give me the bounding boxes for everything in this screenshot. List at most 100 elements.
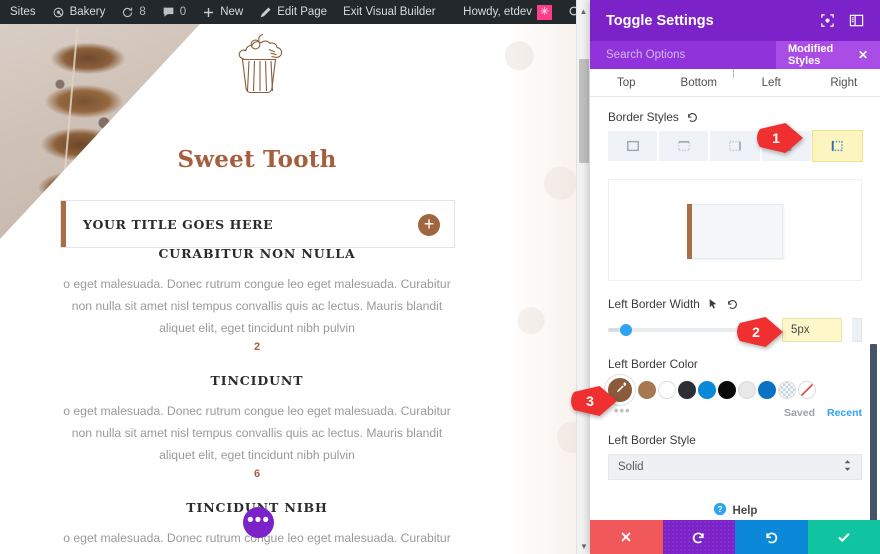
toggle-expand-icon[interactable]: + <box>418 214 440 236</box>
layout-icon[interactable] <box>849 13 864 28</box>
left-border-color-label: Left Border Color <box>608 357 698 371</box>
callout-marker-1: 1 <box>757 123 803 153</box>
callout-marker-2: 2 <box>737 317 783 347</box>
border-style-options <box>608 130 864 162</box>
section-number: 6 <box>253 468 261 480</box>
wp-admin-bar: Sites Bakery 8 0 New Edit Page Exit Visu… <box>0 0 590 24</box>
search-input[interactable] <box>590 49 776 61</box>
border-style-all-button[interactable] <box>608 131 660 161</box>
left-border-style-select[interactable]: Solid <box>608 454 862 480</box>
swatch-brown[interactable] <box>638 381 656 399</box>
scrollbar-arrow-down[interactable]: ▼ <box>577 540 591 554</box>
adminbar-exit-vb-label: Exit Visual Builder <box>343 6 436 18</box>
cancel-button[interactable] <box>590 520 663 554</box>
adminbar-item-new[interactable]: New <box>194 0 251 24</box>
tab-right[interactable]: Right <box>808 77 880 89</box>
swatch-none[interactable] <box>798 381 816 399</box>
page-preview: Sweet Tooth YOUR TITLE GOES HERE + CURAB… <box>0 24 590 554</box>
swatch-white[interactable] <box>658 381 676 399</box>
adminbar-updates-count: 8 <box>139 6 146 18</box>
scrollbar-thumb[interactable] <box>579 59 589 163</box>
adminbar-new-label: New <box>220 6 244 18</box>
saved-colors-tab[interactable]: Saved <box>784 407 815 419</box>
swatch-black[interactable] <box>718 381 736 399</box>
tab-divider <box>733 69 734 78</box>
left-border-style-label-row: Left Border Style <box>608 433 862 447</box>
width-slider-knob[interactable] <box>620 324 633 336</box>
swatch-meta-row: ••• Saved Recent <box>608 404 862 419</box>
help-label: Help <box>732 504 758 517</box>
section-body: o eget malesuada. Donec rutrum congue le… <box>63 277 451 335</box>
scrollbar-arrow-up[interactable]: ▲ <box>576 0 590 24</box>
help-row[interactable]: ? Help <box>608 502 862 519</box>
adminbar-item-sites[interactable]: Sites <box>0 0 44 24</box>
section-heading: CURABITUR NON NULLA <box>158 246 356 261</box>
border-style-top-button[interactable] <box>659 131 711 161</box>
panel-header: Toggle Settings <box>590 0 880 41</box>
border-styles-label-row: Border Styles <box>608 110 862 124</box>
left-border-color-label-row: Left Border Color <box>608 357 862 371</box>
reset-icon[interactable] <box>726 298 739 311</box>
module-options-button[interactable]: ••• <box>243 507 274 538</box>
target-icon[interactable] <box>820 13 835 28</box>
adminbar-item-bakery[interactable]: Bakery <box>44 0 114 24</box>
updates-icon <box>121 6 134 19</box>
page-scrollbar[interactable]: ▼ <box>576 24 590 554</box>
recent-colors-tab[interactable]: Recent <box>827 407 862 419</box>
swatch-blue[interactable] <box>698 381 716 399</box>
swatch-dark-gray[interactable] <box>678 381 696 399</box>
page-title: Sweet Tooth <box>177 146 337 173</box>
tab-left[interactable]: Left <box>735 77 808 89</box>
swatch-deep-blue[interactable] <box>758 381 776 399</box>
swatch-transparent-checker[interactable] <box>778 381 796 399</box>
tab-top[interactable]: Top <box>590 77 663 89</box>
comments-icon <box>162 6 175 19</box>
panel-scrollbar-thumb[interactable] <box>870 344 877 520</box>
callout-number: 3 <box>586 393 594 409</box>
left-border-style-label: Left Border Style <box>608 433 696 447</box>
adminbar-item-exit-visual-builder[interactable]: Exit Visual Builder <box>335 0 443 24</box>
color-swatch-row <box>608 378 862 402</box>
swatch-light-gray[interactable] <box>738 381 756 399</box>
panel-body: Border Styles Left Border Width 5px Left… <box>590 97 880 520</box>
adminbar-howdy-label: Howdy, etdev <box>463 6 532 18</box>
adminbar-item-edit-page[interactable]: Edit Page <box>251 0 335 24</box>
left-border-width-label-row: Left Border Width <box>608 297 862 311</box>
dashboard-icon <box>52 6 65 19</box>
toggle-module[interactable]: YOUR TITLE GOES HERE + <box>60 200 455 248</box>
svg-text:?: ? <box>717 504 722 514</box>
adminbar-bakery-label: Bakery <box>69 6 106 18</box>
reset-icon[interactable] <box>686 111 699 124</box>
adminbar-item-updates[interactable]: 8 <box>113 0 153 24</box>
callout-marker-3: 3 <box>571 386 617 416</box>
plus-icon <box>202 6 215 19</box>
panel-footer <box>590 520 880 554</box>
undo-button[interactable] <box>662 520 735 554</box>
modified-styles-badge[interactable]: Modified Styles ✕ <box>776 41 880 69</box>
adminbar-item-comments[interactable]: 0 <box>154 0 194 24</box>
save-button[interactable] <box>807 520 880 554</box>
close-icon[interactable]: ✕ <box>858 48 868 62</box>
visual-builder-screen: Sites Bakery 8 0 New Edit Page Exit Visu… <box>0 0 880 554</box>
redo-button[interactable] <box>735 520 808 554</box>
border-side-tabs: Top Bottom Left Right <box>590 69 880 97</box>
adminbar-sites-label: Sites <box>10 6 36 18</box>
panel-search-bar: Modified Styles ✕ <box>590 41 880 69</box>
width-stepper[interactable] <box>852 318 862 342</box>
border-style-left-button[interactable] <box>811 130 864 162</box>
adminbar-comments-count: 0 <box>179 6 187 18</box>
tab-bottom[interactable]: Bottom <box>663 77 736 89</box>
callout-number: 2 <box>752 324 760 340</box>
callout-number: 1 <box>772 130 780 146</box>
left-border-width-label: Left Border Width <box>608 297 700 311</box>
adminbar-account[interactable]: Howdy, etdev ✳ <box>455 0 560 24</box>
chevron-updown-icon <box>843 459 852 475</box>
section-body: o eget malesuada. Donec rutrum congue le… <box>63 404 451 462</box>
width-input[interactable] <box>782 318 842 342</box>
cursor-icon[interactable] <box>707 298 719 310</box>
toggle-module-title: YOUR TITLE GOES HERE <box>83 217 274 232</box>
preview-left-border <box>687 204 692 259</box>
toggle-left-border-bar <box>61 201 66 247</box>
adminbar-edit-page-label: Edit Page <box>277 6 328 18</box>
section-heading: TINCIDUNT <box>210 373 304 388</box>
